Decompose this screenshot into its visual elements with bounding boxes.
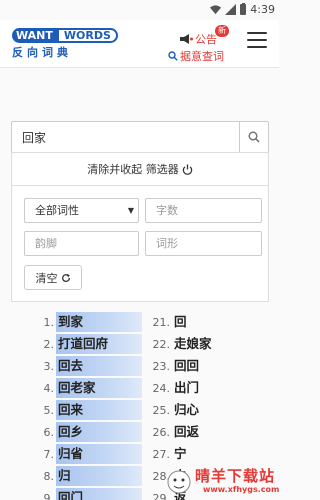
result-word[interactable]: 回	[172, 312, 189, 332]
filter-panel: 清除并收起 筛选器 全部词性 ▼ 字数 韵脚 词形 清空	[11, 152, 269, 302]
clear-collapse-filter-button[interactable]: 清除并收起 筛选器	[12, 153, 268, 186]
search-button[interactable]	[239, 122, 268, 152]
results-column-left: 1. 到家 2. 打道回府 3. 回去 4. 回老家 5. 回来 6. 回乡 7. 归省 8.…	[34, 311, 142, 500]
search-icon	[248, 131, 260, 143]
result-word[interactable]: 回门	[56, 488, 142, 500]
result-item[interactable]: 7. 归省	[34, 443, 142, 465]
watermark: 晴羊下载站 www.xfhygs.com	[160, 463, 279, 500]
result-item[interactable]: 4. 回老家	[34, 377, 142, 399]
result-item[interactable]: 2. 打道回府	[34, 333, 142, 355]
battery-icon	[240, 2, 247, 15]
wifi-icon	[210, 5, 222, 15]
result-word[interactable]: 归省	[56, 444, 142, 464]
new-badge: 新	[215, 25, 229, 37]
result-item[interactable]: 25. 归心	[150, 399, 214, 421]
result-word[interactable]: 出门	[172, 378, 201, 398]
search-bar	[11, 121, 269, 153]
result-word[interactable]: 归	[56, 466, 142, 486]
result-word[interactable]: 宁	[172, 444, 189, 464]
result-item[interactable]: 22. 走娘家	[150, 333, 214, 355]
dropdown-caret-icon: ▼	[127, 206, 134, 215]
logo-words: WORDS	[56, 28, 118, 43]
result-word[interactable]: 走娘家	[172, 334, 214, 354]
hamburger-icon	[247, 32, 267, 34]
result-item[interactable]: 23. 回回	[150, 355, 214, 377]
clear-label: 清空	[35, 271, 58, 285]
refresh-icon	[61, 273, 70, 282]
reverse-search-label: 据意查词	[180, 50, 224, 63]
menu-button[interactable]	[247, 32, 267, 48]
result-item[interactable]: 6. 回乡	[34, 421, 142, 443]
result-word[interactable]: 回去	[56, 356, 142, 376]
result-item[interactable]: 24. 出门	[150, 377, 214, 399]
app-header: WANT WORDS 反向词典 公告 新 据意查词	[0, 20, 279, 68]
megaphone-icon	[180, 34, 193, 44]
clear-button[interactable]: 清空	[24, 265, 82, 290]
result-item[interactable]: 26. 回返	[150, 421, 214, 443]
notice-label: 公告	[195, 33, 217, 46]
result-item[interactable]: 21. 回	[150, 311, 214, 333]
watermark-url: www.xfhygs.com	[203, 485, 280, 494]
watermark-text: 晴羊下载站	[195, 467, 276, 485]
result-word[interactable]: 回老家	[56, 378, 142, 398]
reverse-search-link[interactable]: 据意查词	[168, 48, 224, 64]
result-word[interactable]: 回来	[56, 400, 142, 420]
power-icon	[182, 163, 192, 175]
logo-want: WANT	[12, 28, 57, 43]
word-shape-input[interactable]: 词形	[145, 231, 262, 256]
logo-subtitle: 反向词典	[12, 46, 72, 59]
result-word[interactable]: 回回	[172, 356, 201, 376]
part-of-speech-select[interactable]: 全部词性 ▼	[24, 198, 139, 223]
rhyme-input[interactable]: 韵脚	[24, 231, 139, 256]
result-item[interactable]: 27. 宁	[150, 443, 214, 465]
result-item[interactable]: 1. 到家	[34, 311, 142, 333]
status-bar: 4:39	[0, 0, 279, 20]
result-word[interactable]: 打道回府	[56, 334, 142, 354]
result-item[interactable]: 8. 归	[34, 465, 142, 487]
result-item[interactable]: 3. 回去	[34, 355, 142, 377]
part-of-speech-value: 全部词性	[35, 204, 79, 217]
char-count-input[interactable]: 字数	[145, 198, 262, 223]
result-word[interactable]: 到家	[56, 312, 142, 332]
result-word[interactable]: 回返	[172, 422, 201, 442]
logo[interactable]: WANT WORDS 反向词典	[12, 28, 118, 60]
signal-icon	[225, 4, 237, 15]
clear-collapse-label: 清除并收起 筛选器	[87, 163, 179, 176]
sheep-logo-icon	[167, 470, 191, 494]
result-word[interactable]: 归心	[172, 400, 201, 420]
result-item[interactable]: 9. 回门	[34, 487, 142, 500]
result-item[interactable]: 5. 回来	[34, 399, 142, 421]
search-icon	[168, 51, 178, 61]
result-word[interactable]: 回乡	[56, 422, 142, 442]
clock: 4:39	[250, 3, 275, 16]
notice-button[interactable]: 公告	[180, 31, 217, 47]
search-input[interactable]	[12, 122, 240, 152]
